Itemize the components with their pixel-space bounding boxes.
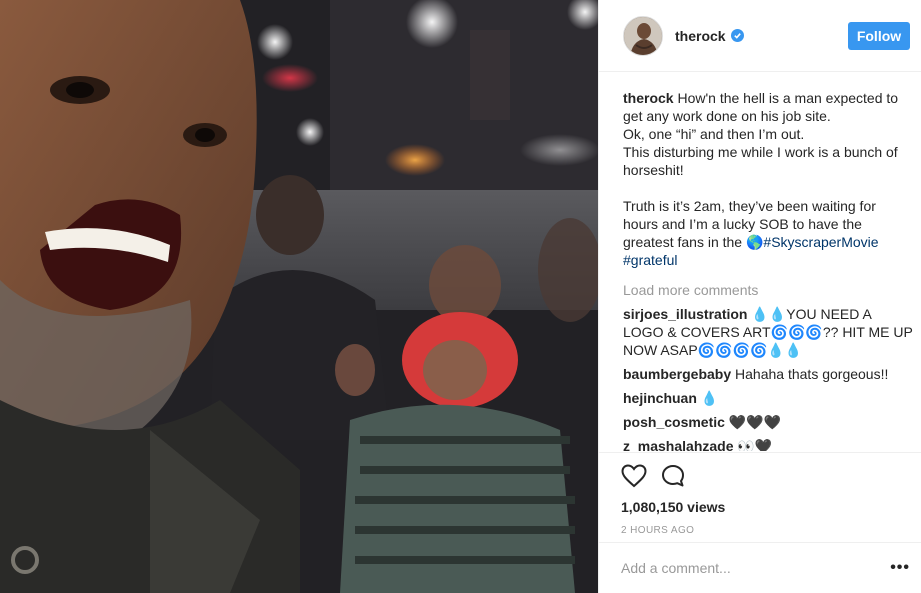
add-comment-input[interactable] — [621, 560, 891, 576]
post-actions: 1,080,150 views 2 HOURS AGO — [599, 452, 921, 542]
heart-icon[interactable] — [621, 464, 647, 488]
comment-item: posh_cosmetic 🖤🖤🖤 — [623, 413, 913, 431]
comment-username[interactable]: hejinchuan — [623, 390, 697, 406]
comment-username[interactable]: sirjoes_illustration — [623, 306, 747, 322]
post-photo[interactable] — [0, 0, 598, 593]
load-more-comments-link[interactable]: Load more comments — [623, 281, 913, 299]
post-timestamp[interactable]: 2 HOURS AGO — [621, 525, 921, 536]
caption-first-line: therock How'n the hell is a man expected… — [623, 89, 913, 125]
username-wrap: therock — [675, 28, 744, 44]
comments-list: therock How'n the hell is a man expected… — [623, 89, 913, 451]
comment-text: 👀🖤 — [737, 438, 773, 451]
username-link[interactable]: therock — [675, 28, 726, 44]
caption-username[interactable]: therock — [623, 90, 674, 106]
follow-button[interactable]: Follow — [848, 22, 910, 50]
comment-text: 🖤🖤🖤 — [728, 414, 782, 430]
comment-item: z_mashalahzade 👀🖤 — [623, 437, 913, 451]
comment-item: hejinchuan 💧 — [623, 389, 913, 407]
hashtag-link[interactable]: #SkyscraperMovie — [763, 234, 878, 250]
post-details-panel: therock Follow therock How'n the hell is… — [598, 0, 921, 593]
comment-username[interactable]: z_mashalahzade — [623, 438, 734, 451]
comment-text: 💧 — [700, 390, 719, 406]
comment-item: sirjoes_illustration 💧💧YOU NEED A LOGO &… — [623, 305, 913, 359]
comment-username[interactable]: baumbergebaby — [623, 366, 731, 382]
more-options-icon[interactable]: ••• — [890, 559, 910, 577]
comment-text: Hahaha thats gorgeous!! — [735, 366, 889, 382]
post-header: therock Follow — [599, 0, 921, 72]
view-count[interactable]: 1,080,150 views — [621, 499, 921, 515]
selfie-photo-illustration — [0, 0, 598, 593]
add-comment-bar: ••• — [599, 542, 921, 593]
comment-item: baumbergebaby Hahaha thats gorgeous!! — [623, 365, 913, 383]
avatar-image — [624, 16, 662, 55]
caption-text-2: Ok, one “hi” and then I’m out. — [623, 126, 805, 142]
caption-text-3: This disturbing me while I work is a bun… — [623, 144, 898, 178]
comment-username[interactable]: posh_cosmetic — [623, 414, 725, 430]
caption-last-line: Truth is it’s 2am, they’ve been waiting … — [623, 197, 913, 269]
avatar[interactable] — [623, 15, 663, 56]
hashtag-link[interactable]: #grateful — [623, 252, 677, 268]
action-icons — [621, 463, 921, 489]
verified-badge-icon — [730, 29, 744, 42]
post-caption: therock How'n the hell is a man expected… — [623, 89, 913, 269]
comment-bubble-icon[interactable] — [661, 464, 685, 488]
